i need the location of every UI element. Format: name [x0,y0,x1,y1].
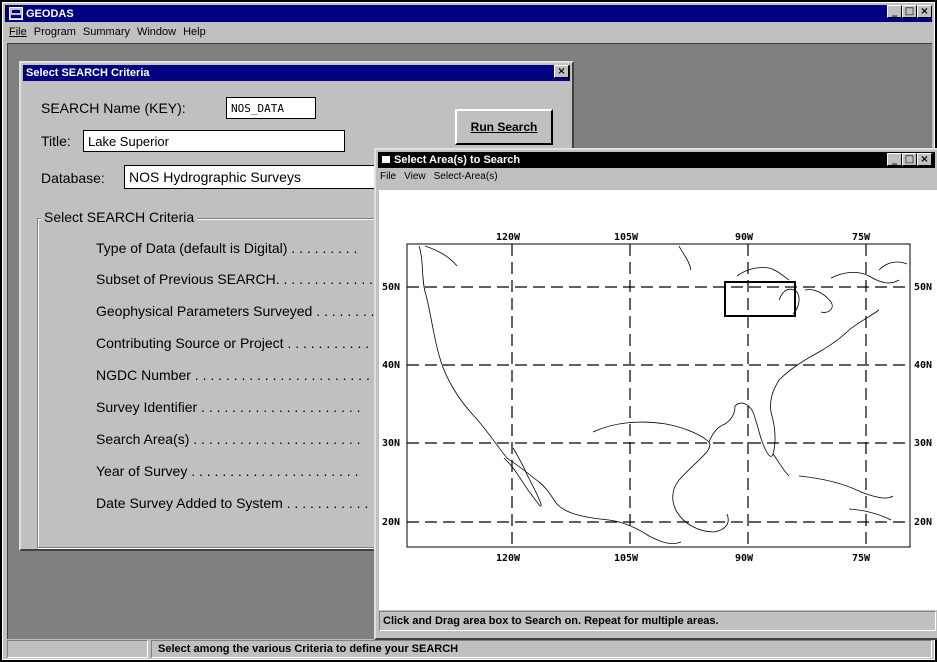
criteria-group-label: Select SEARCH Criteria [41,209,198,225]
lon-label-bottom: 120W [496,553,521,564]
map-canvas[interactable]: 120W 105W 90W 75W 120W 105W 90W 75W 50N … [379,190,937,610]
maximize-icon[interactable]: □ [902,5,917,18]
menu-file[interactable]: File [9,26,27,38]
statusbar-message: Select among the various Criteria to def… [151,640,932,658]
lon-label-top: 105W [614,232,639,243]
search-name-field[interactable]: NOS_DATA [226,97,316,119]
lat-label-left: 40N [382,360,400,371]
search-name-label: SEARCH Name (KEY): [41,100,186,116]
lon-label-bottom: 90W [735,553,754,564]
map-menu-select-areas[interactable]: Select-Area(s) [434,171,498,182]
map-close-icon[interactable]: × [917,153,932,166]
mdi-workspace: Select SEARCH Criteria × SEARCH Name (KE… [7,43,937,640]
menu-program[interactable]: Program [34,26,76,38]
map-menu-file[interactable]: File [380,171,396,182]
statusbar-left-pane [7,640,148,658]
lon-label-bottom: 75W [852,553,871,564]
map-status-text: Click and Drag area box to Search on. Re… [379,611,936,631]
geodas-app-icon[interactable] [9,7,23,20]
lat-label-right: 30N [914,438,932,449]
app-statusbar: Select among the various Criteria to def… [7,640,932,660]
lat-label-left: 30N [382,438,400,449]
lat-label-right: 20N [914,517,932,528]
map-menubar: File View Select-Area(s) [380,171,498,182]
menu-summary[interactable]: Summary [83,26,130,38]
lon-label-top: 75W [852,232,871,243]
run-search-button[interactable]: Run Search [455,109,553,145]
lat-label-left: 50N [382,282,400,293]
select-area-window: Select Area(s) to Search _ □ × File View… [374,148,937,640]
lon-label-bottom: 105W [614,553,639,564]
title-field[interactable]: Lake Superior [83,130,345,152]
map-window-title: Select Area(s) to Search [394,154,521,166]
map-frame [406,243,911,548]
lat-label-right: 50N [914,282,932,293]
geodas-app-window: GEODAS _ □ × File Program Summary Window… [2,2,937,660]
map-maximize-icon[interactable]: □ [902,153,917,166]
minimize-icon[interactable]: _ [887,5,902,18]
app-titlebar[interactable]: GEODAS [5,5,932,22]
menu-help[interactable]: Help [183,26,206,38]
map-window-titlebar[interactable]: Select Area(s) to Search [378,152,935,168]
database-label: Database: [41,170,105,186]
map-menu-view[interactable]: View [404,171,426,182]
app-menubar: File Program Summary Window Help [5,23,932,41]
lat-label-left: 20N [382,517,400,528]
app-title: GEODAS [26,7,74,20]
lon-label-top: 90W [735,232,754,243]
lat-label-right: 40N [914,360,932,371]
database-field[interactable]: NOS Hydrographic Surveys [124,165,384,189]
close-icon[interactable]: × [917,5,932,18]
coastline-outline [418,245,908,544]
map-gridlines [407,244,910,547]
lon-label-top: 120W [496,232,521,243]
title-label: Title: [41,133,71,149]
menu-window[interactable]: Window [137,26,176,38]
map-minimize-icon[interactable]: _ [887,153,902,166]
dialog-close-icon[interactable]: × [554,65,569,78]
map-window-icon [382,156,390,163]
dialog-title[interactable]: Select SEARCH Criteria [23,65,570,81]
